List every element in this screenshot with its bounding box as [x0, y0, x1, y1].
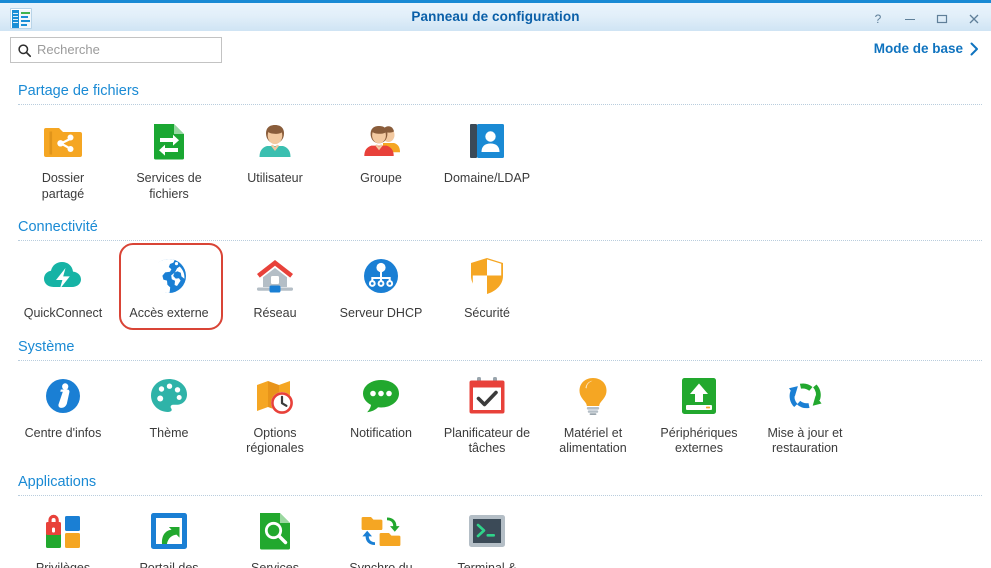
theme-icon — [146, 373, 192, 419]
maximize-button[interactable] — [933, 10, 951, 28]
tile-user[interactable]: Utilisateur — [222, 118, 328, 202]
tile-label: Groupe — [360, 171, 402, 185]
file-services-icon — [146, 118, 192, 164]
info-center-icon — [40, 373, 86, 419]
shared-folder-icon — [40, 118, 86, 164]
tile-group[interactable]: Groupe — [328, 118, 434, 202]
section-applications: Applications Privilèges Portail des Serv… — [0, 459, 991, 568]
indexing-services-icon — [252, 508, 298, 554]
tile-label: Services d'indexation — [251, 560, 299, 568]
tile-regional-options[interactable]: Options régionales — [222, 373, 328, 457]
privileges-icon — [40, 508, 86, 554]
section-title-sharing: Partage de fichiers — [18, 83, 139, 99]
section-connectivity: Connectivité QuickConnect Accès externe … — [0, 204, 991, 330]
tile-label: Accès externe — [129, 306, 209, 320]
tile-indexing-services[interactable]: Services d'indexation — [222, 508, 328, 568]
shared-folder-sync-icon — [358, 508, 404, 554]
user-icon — [252, 118, 298, 164]
section-title-applications: Applications — [18, 473, 97, 490]
network-icon — [252, 253, 298, 299]
tile-label: Terminal & SNMP — [457, 560, 517, 568]
tile-privileges[interactable]: Privilèges — [10, 508, 116, 568]
svg-text:?: ? — [875, 13, 882, 25]
control-panel-window: Panneau de configuration ? Recherche Mod… — [0, 0, 991, 568]
section-title-connectivity: Connectivité — [18, 219, 98, 235]
window-title: Panneau de configuration — [411, 9, 580, 24]
section-sharing: Partage de fichiers Dossier partagé Serv… — [0, 70, 991, 204]
security-icon — [464, 253, 510, 299]
minimize-button[interactable] — [901, 10, 919, 28]
tile-label: Dossier partagé — [41, 171, 85, 201]
tile-row-applications: Privilèges Portail des applications — [0, 496, 991, 568]
tile-dhcp-server[interactable]: Serveur DHCP — [328, 253, 434, 322]
tile-row-connectivity: QuickConnect Accès externe Réseau Serveu… — [0, 241, 991, 330]
chevron-right-icon — [970, 42, 978, 55]
basic-mode-label: Mode de base — [873, 41, 963, 56]
control-panel-icon — [10, 8, 32, 29]
tile-row-system: Centre d'infos Thème Options régionales … — [0, 361, 991, 459]
search-box[interactable] — [10, 37, 222, 63]
tile-label: Utilisateur — [247, 171, 303, 185]
tile-label: Réseau — [253, 306, 297, 320]
section-system: Système Centre d'infos Thème Options rég… — [0, 324, 991, 459]
tile-label: Privilèges — [35, 560, 91, 568]
tile-label: Mise à jour et restauration — [767, 425, 843, 456]
application-portal-icon — [146, 508, 192, 554]
tile-shared-folder-sync[interactable]: Synchro du dossier partagé — [328, 508, 434, 568]
tile-external-devices[interactable]: Périphériques externes — [646, 373, 752, 457]
task-scheduler-icon — [464, 373, 510, 419]
tile-security[interactable]: Sécurité — [434, 253, 540, 322]
tile-label: Périphériques externes — [660, 425, 738, 456]
tile-label: Portail des applications — [139, 560, 199, 568]
tile-hardware-power[interactable]: Matériel et alimentation — [540, 373, 646, 457]
hardware-power-icon — [570, 373, 616, 419]
tile-row-sharing: Dossier partagé Services de fichiers Uti… — [0, 105, 991, 204]
tile-label: Matériel et alimentation — [559, 425, 627, 456]
tile-terminal-snmp[interactable]: Terminal & SNMP — [434, 508, 540, 568]
regional-options-icon — [252, 373, 298, 419]
tile-label: Domaine/LDAP — [443, 171, 531, 185]
help-button[interactable]: ? — [869, 10, 887, 28]
tile-info-center[interactable]: Centre d'infos — [10, 373, 116, 457]
tile-label: Centre d'infos — [24, 425, 102, 440]
tile-label: Options régionales — [246, 425, 304, 456]
tile-label: Serveur DHCP — [339, 306, 423, 320]
control-panel-content: Partage de fichiers Dossier partagé Serv… — [0, 70, 991, 568]
tile-domain-ldap[interactable]: Domaine/LDAP — [434, 118, 540, 202]
tile-file-services[interactable]: Services de fichiers — [116, 118, 222, 202]
domain-ldap-icon — [464, 118, 510, 164]
tile-notification[interactable]: Notification — [328, 373, 434, 457]
search-icon — [11, 38, 37, 62]
tile-label: QuickConnect — [23, 306, 103, 320]
notification-icon — [358, 373, 404, 419]
terminal-snmp-icon — [464, 508, 510, 554]
tile-theme[interactable]: Thème — [116, 373, 222, 457]
external-access-icon — [146, 253, 192, 299]
external-devices-icon — [676, 373, 722, 419]
search-input[interactable] — [37, 39, 215, 61]
group-icon — [358, 118, 404, 164]
tile-label: Services de fichiers — [136, 171, 202, 201]
tile-application-portal[interactable]: Portail des applications — [116, 508, 222, 568]
update-restore-icon — [782, 373, 828, 419]
basic-mode-link[interactable]: Mode de base — [874, 41, 979, 56]
tile-external-access[interactable]: Accès externe — [116, 243, 223, 330]
control-panel-header: Mode de base — [0, 31, 991, 70]
tile-label: Notification — [350, 425, 412, 440]
quickconnect-icon — [40, 253, 86, 299]
dhcp-server-icon — [358, 253, 404, 299]
tile-task-scheduler[interactable]: Planificateur de tâches — [434, 373, 540, 457]
tile-network[interactable]: Réseau — [222, 253, 328, 322]
tile-shared-folder[interactable]: Dossier partagé — [10, 118, 116, 202]
window-titlebar: Panneau de configuration ? — [0, 0, 991, 31]
tile-label: Planificateur de tâches — [443, 425, 531, 456]
tile-label: Thème — [149, 425, 189, 440]
tile-update-restore[interactable]: Mise à jour et restauration — [752, 373, 858, 457]
tile-label: Sécurité — [464, 306, 510, 320]
tile-label: Synchro du dossier partagé — [349, 560, 413, 568]
section-title-system: Système — [18, 338, 75, 355]
window-controls: ? — [869, 3, 983, 34]
close-button[interactable] — [965, 10, 983, 28]
tile-quickconnect[interactable]: QuickConnect — [10, 253, 116, 322]
